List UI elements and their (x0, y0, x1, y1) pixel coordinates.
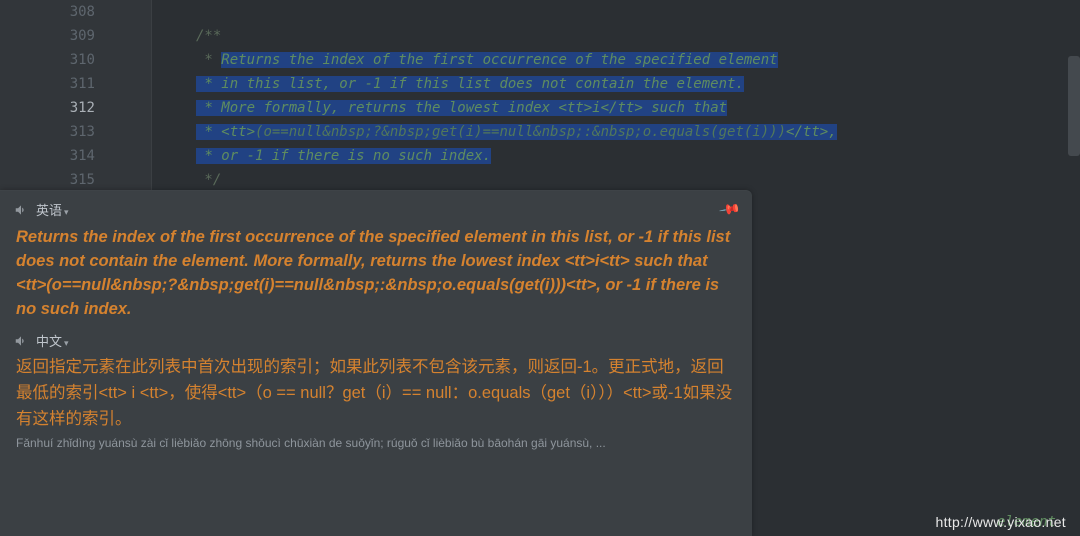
code-editor[interactable]: 308 309 310 311 312 313 314 315 /** * Re… (0, 0, 1080, 536)
line-number: 315 (0, 168, 151, 192)
javadoc-close: */ (196, 172, 221, 188)
source-text: Returns the index of the first occurrenc… (0, 223, 752, 327)
line-number: 308 (0, 0, 151, 24)
speaker-icon[interactable] (14, 334, 28, 348)
popup-subheader: 中文▾ (0, 327, 752, 352)
code-area[interactable]: /** * Returns the index of the first occ… (152, 0, 1080, 192)
source-language-label[interactable]: 英语▾ (36, 200, 69, 219)
transliteration-text: Fǎnhuí zhǐdìng yuánsù zài cǐ lièbiǎo zhō… (0, 432, 752, 450)
translated-text: 返回指定元素在此列表中首次出现的索引；如果此列表不包含该元素，则返回-1。更正式… (0, 352, 752, 432)
chevron-down-icon: ▾ (64, 338, 69, 348)
html-tag: </tt> (786, 124, 828, 140)
html-tag: <tt> (558, 100, 592, 116)
line-number: 313 (0, 120, 151, 144)
selected-text: * More formally, returns the lowest inde… (204, 100, 558, 116)
line-number: 314 (0, 144, 151, 168)
selected-text: , (828, 124, 836, 140)
pin-icon[interactable]: 📌 (718, 199, 740, 220)
popup-header: 英语▾ 📌 (0, 190, 752, 223)
html-tag: </tt> (601, 100, 643, 116)
watermark-url: http://www.yixao.net (935, 514, 1066, 530)
selected-text: * or -1 if there is no such index. (204, 148, 491, 164)
chevron-down-icon: ▾ (64, 207, 69, 217)
selected-text: i (592, 100, 600, 116)
line-number: 310 (0, 48, 151, 72)
translation-popup: 英语▾ 📌 Returns the index of the first occ… (0, 190, 752, 536)
selected-text: such that (643, 100, 727, 116)
line-number: 309 (0, 24, 151, 48)
selected-text: Returns the index of the first occurrenc… (221, 52, 777, 68)
selected-text: * (204, 124, 221, 140)
target-language-label[interactable]: 中文▾ (36, 331, 69, 350)
code-text: * (196, 52, 221, 68)
line-number: 311 (0, 72, 151, 96)
javadoc-open: /** (196, 28, 221, 44)
speaker-icon[interactable] (14, 203, 28, 217)
scrollbar-thumb[interactable] (1068, 56, 1080, 156)
selected-text: * in this list, or -1 if this list does … (204, 76, 743, 92)
html-tag: <tt> (221, 124, 255, 140)
selected-text: (o==null&nbsp;?&nbsp;get(i)==null&nbsp;:… (255, 124, 786, 140)
line-number-current: 312 (0, 96, 151, 120)
